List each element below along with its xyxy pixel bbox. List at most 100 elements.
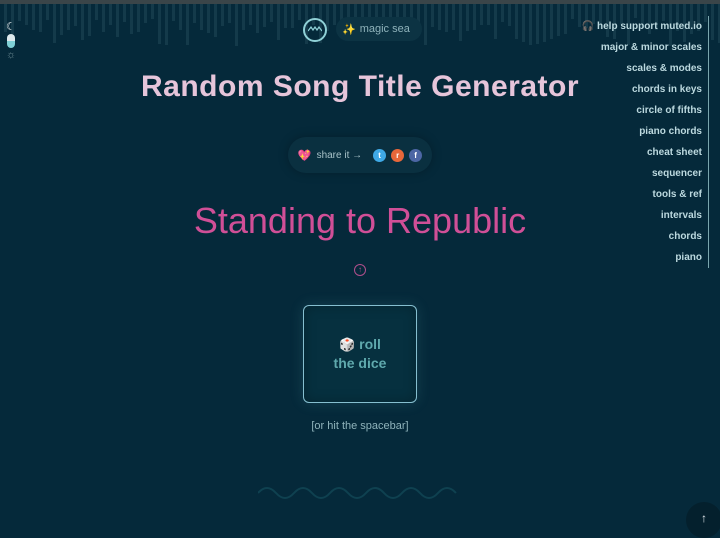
visualizer-bar [193,4,196,24]
visualizer-bar [144,4,147,23]
visualizer-bar [137,4,140,32]
magic-sea-label: magic sea [359,23,410,35]
visualizer-bar [109,4,112,25]
visualizer-bar [494,4,497,39]
nav-item-help-support[interactable]: 🎧 help support muted.io [582,16,709,37]
visualizer-bar [277,4,280,40]
visualizer-bar [291,4,294,28]
nav-item-major-minor-scales[interactable]: major & minor scales [601,37,709,58]
visualizer-bar [88,4,91,37]
wave-divider [258,487,457,499]
visualizer-bar [46,4,49,21]
visualizer-bar [39,4,42,33]
visualizer-bar [165,4,168,46]
share-bar: 💖 share it → t r f [288,137,432,173]
theme-switch[interactable] [7,34,15,48]
roll-dice-button[interactable]: 🎲 roll the dice [303,305,417,403]
visualizer-bar [123,4,126,23]
visualizer-bar [333,4,336,25]
spacebar-hint: [or hit the spacebar] [311,420,409,432]
visualizer-bar [557,4,560,36]
visualizer-bar [284,4,287,28]
visualizer-bar [53,4,56,43]
visualizer-bar [536,4,539,44]
visualizer-bar [522,4,525,43]
visualizer-bar [445,4,448,32]
visualizer-bar [466,4,469,31]
visualizer-bar [438,4,441,31]
visualizer-bar [431,4,434,28]
visualizer-bar [172,4,175,22]
scroll-to-top-button[interactable]: ↑ [686,502,720,538]
visualizer-bar [473,4,476,31]
visualizer-bar [529,4,532,46]
visualizer-bar [221,4,224,26]
visualizer-bar [207,4,210,34]
visualizer-bar [298,4,301,21]
page-title: Random Song Title Generator [141,70,579,103]
nav-item-cheat-sheet[interactable]: cheat sheet [647,142,709,163]
nav-item-piano-chords[interactable]: piano chords [639,121,709,142]
visualizer-bar [95,4,98,21]
visualizer-bar [564,4,567,34]
visualizer-bar [186,4,189,45]
visualizer-bar [543,4,546,43]
browser-top-edge [0,0,720,4]
visualizer-bar [158,4,161,45]
the-dice-label: the dice [333,355,387,371]
visualizer-bar [67,4,70,30]
visualizer-bar [235,4,238,46]
headphones-icon: 🎧 [581,21,595,32]
visualizer-bar [256,4,259,34]
facebook-share-icon[interactable]: f [409,148,423,162]
visualizer-bar [263,4,266,28]
visualizer-bar [151,4,154,20]
wave-logo-icon[interactable] [303,18,327,42]
heart-icon: 💖 [297,149,312,162]
visualizer-bar [249,4,252,25]
visualizer-bar [32,4,35,31]
nav-item-piano[interactable]: piano [675,247,709,268]
theme-toggle[interactable]: ☾ ☼ [4,22,18,61]
share-label: share it → [316,149,363,161]
visualizer-bar [81,4,84,40]
visualizer-bar [480,4,483,26]
visualizer-bar [130,4,133,34]
visualizer-bar [515,4,518,40]
visualizer-bar [452,4,455,31]
visualizer-bar [459,4,462,42]
visualizer-bar [74,4,77,26]
sun-icon: ☼ [5,49,17,61]
moon-icon: ☾ [6,21,16,33]
visualizer-bar [228,4,231,23]
arrow-up-icon: ↑ [701,511,707,525]
twitter-share-icon[interactable]: t [373,148,387,162]
dice-icon: 🎲 [339,337,356,352]
visualizer-bar [487,4,490,25]
visualizer-bar [711,4,714,41]
nav-label: help support muted.io [597,21,702,32]
roll-label: roll [359,336,381,352]
visualizer-bar [116,4,119,37]
visualizer-bar [214,4,217,37]
visualizer-bar [578,4,581,28]
visualizer-bar [102,4,105,32]
reddit-share-icon[interactable]: r [391,148,405,162]
upvote-icon[interactable]: ↑ [354,264,366,276]
visualizer-bar [60,4,63,35]
visualizer-bar [550,4,553,39]
visualizer-bar [200,4,203,30]
visualizer-bar [501,4,504,22]
visualizer-bar [242,4,245,31]
sparkles-icon: ✨ [342,23,356,36]
visualizer-bar [179,4,182,31]
nav-item-sequencer[interactable]: sequencer [652,163,709,184]
visualizer-bar [424,4,427,45]
visualizer-bar [571,4,574,19]
visualizer-bar [18,4,21,22]
generated-song-title: Standing to Republic [193,200,527,241]
visualizer-bar [25,4,28,25]
visualizer-bar [270,4,273,23]
visualizer-bar [508,4,511,26]
magic-sea-button[interactable]: ✨ magic sea [336,17,422,41]
